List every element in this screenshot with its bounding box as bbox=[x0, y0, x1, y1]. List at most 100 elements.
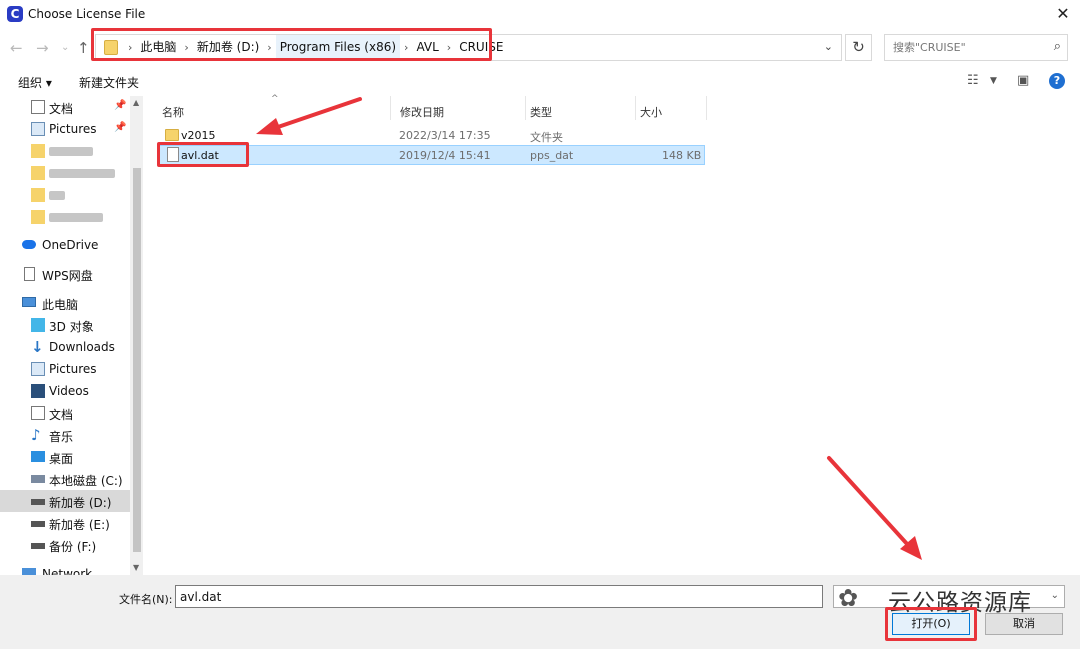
sidebar-item-videos[interactable]: Videos bbox=[0, 380, 130, 402]
drive-icon bbox=[31, 499, 45, 505]
watermark-text: 云公路资源库 bbox=[888, 590, 1032, 616]
file-modified: 2019/12/4 15:41 bbox=[399, 149, 491, 162]
scroll-up-icon[interactable]: ▲ bbox=[133, 98, 139, 107]
sidebar-item-downloads[interactable]: ↓ Downloads bbox=[0, 336, 130, 358]
search-box[interactable]: ⌕ bbox=[884, 34, 1068, 61]
cancel-button[interactable]: 取消 bbox=[985, 613, 1063, 635]
sidebar-item-label: 3D 对象 bbox=[49, 320, 94, 334]
help-icon[interactable]: ? bbox=[1049, 73, 1065, 89]
column-header-name[interactable]: 名称 bbox=[162, 104, 184, 120]
scroll-down-icon[interactable]: ▼ bbox=[133, 563, 139, 572]
chevron-down-icon[interactable]: ⌄ bbox=[824, 40, 833, 53]
close-button[interactable]: ✕ bbox=[1052, 4, 1074, 24]
sidebar-item-redacted[interactable] bbox=[0, 206, 130, 228]
recent-dropdown-icon[interactable]: ⌄ bbox=[61, 42, 69, 53]
column-header-size[interactable]: 大小 bbox=[640, 104, 662, 120]
sidebar-item-pictures[interactable]: Pictures bbox=[0, 358, 130, 380]
forward-arrow-icon[interactable]: → bbox=[36, 39, 49, 57]
open-button[interactable]: 打开(O) bbox=[892, 613, 970, 635]
sidebar-item-redacted[interactable] bbox=[0, 140, 130, 162]
sidebar-item-label: 新加卷 (D:) bbox=[49, 496, 112, 510]
wechat-logo-icon: ✿ bbox=[838, 584, 859, 612]
column-divider[interactable] bbox=[706, 96, 707, 120]
organize-menu-button[interactable]: 组织 ▾ bbox=[18, 74, 52, 91]
refresh-button[interactable]: ↻ bbox=[845, 34, 872, 61]
redacted-label bbox=[49, 213, 103, 222]
sidebar-item-label: 桌面 bbox=[49, 452, 74, 466]
document-icon bbox=[24, 267, 35, 281]
sidebar-item-redacted[interactable] bbox=[0, 162, 130, 184]
up-arrow-icon[interactable]: ↑ bbox=[77, 39, 90, 57]
chevron-right-icon[interactable]: › bbox=[124, 41, 136, 54]
column-divider[interactable] bbox=[390, 96, 391, 120]
chevron-right-icon[interactable]: › bbox=[263, 41, 275, 54]
chevron-right-icon[interactable]: › bbox=[180, 41, 192, 54]
chevron-down-icon[interactable]: ⌄ bbox=[1051, 590, 1059, 601]
search-icon[interactable]: ⌕ bbox=[1054, 39, 1061, 54]
sidebar-item-onedrive[interactable]: OneDrive bbox=[0, 234, 130, 256]
drive-icon bbox=[31, 475, 45, 483]
redacted-label bbox=[49, 191, 65, 200]
sidebar-item-3d-objects[interactable]: 3D 对象 bbox=[0, 314, 130, 336]
back-arrow-icon[interactable]: ← bbox=[10, 39, 23, 57]
sidebar-item-documents-quick[interactable]: 文档 📌 bbox=[0, 96, 130, 118]
sidebar-item-redacted[interactable] bbox=[0, 184, 130, 206]
breadcrumb-drive-d[interactable]: 新加卷 (D:) bbox=[193, 35, 263, 60]
file-type: pps_dat bbox=[530, 149, 574, 162]
sidebar-item-label: Downloads bbox=[49, 340, 115, 354]
chevron-right-icon[interactable]: › bbox=[443, 41, 455, 54]
sidebar-scrollbar[interactable]: ▲ ▼ bbox=[130, 96, 143, 575]
preview-pane-icon[interactable]: ▣ bbox=[1017, 73, 1029, 88]
column-divider[interactable] bbox=[525, 96, 526, 120]
sidebar-item-pictures-quick[interactable]: Pictures 📌 bbox=[0, 118, 130, 140]
sidebar-item-music[interactable]: ♪ 音乐 bbox=[0, 424, 130, 446]
sidebar-item-drive-f[interactable]: 备份 (F:) bbox=[0, 534, 130, 556]
filename-input[interactable] bbox=[175, 585, 823, 608]
navigation-bar: ← → ⌄ ↑ › 此电脑 › 新加卷 (D:) › Program Files… bbox=[0, 30, 1080, 66]
sidebar-item-label: Pictures bbox=[49, 362, 97, 376]
file-type: 文件夹 bbox=[530, 131, 563, 144]
view-dropdown-icon[interactable]: ▼ bbox=[990, 76, 997, 86]
pictures-icon bbox=[31, 362, 45, 376]
redacted-label bbox=[49, 147, 93, 156]
sidebar-item-label: WPS网盘 bbox=[42, 269, 93, 283]
sidebar-item-network[interactable]: Network bbox=[0, 563, 130, 575]
column-divider[interactable] bbox=[635, 96, 636, 120]
view-options-icon[interactable]: ☷ bbox=[967, 73, 979, 88]
breadcrumb-this-pc[interactable]: 此电脑 bbox=[136, 35, 180, 60]
file-name: v2015 bbox=[181, 129, 216, 142]
table-row[interactable]: v2015 2022/3/14 17:35 文件夹 bbox=[159, 126, 705, 146]
breadcrumb-avl[interactable]: AVL bbox=[412, 35, 442, 60]
scrollbar-thumb[interactable] bbox=[133, 168, 141, 552]
folder-icon bbox=[31, 144, 45, 158]
sidebar-item-label: 文档 bbox=[49, 408, 74, 422]
file-size: 148 KB bbox=[662, 149, 702, 162]
table-row-selected[interactable]: avl.dat 2019/12/4 15:41 pps_dat 148 KB bbox=[159, 145, 705, 165]
sidebar-item-label: 文档 bbox=[49, 102, 74, 116]
document-icon bbox=[31, 406, 45, 420]
sidebar-item-drive-e[interactable]: 新加卷 (E:) bbox=[0, 512, 130, 534]
address-bar[interactable]: › 此电脑 › 新加卷 (D:) › Program Files (x86) ›… bbox=[95, 34, 842, 61]
sidebar-item-desktop[interactable]: 桌面 bbox=[0, 446, 130, 468]
sidebar-item-documents[interactable]: 文档 bbox=[0, 402, 130, 424]
dialog-footer: 文件名(N): ⌄ ✿ 云公路资源库 打开(O) 取消 bbox=[0, 575, 1080, 649]
app-icon: C bbox=[7, 6, 23, 22]
breadcrumb-program-files[interactable]: Program Files (x86) bbox=[275, 35, 401, 60]
folder-icon bbox=[104, 40, 118, 55]
chevron-right-icon[interactable]: › bbox=[400, 41, 412, 54]
drive-icon bbox=[31, 521, 45, 527]
command-toolbar: 组织 ▾ 新建文件夹 ☷ ▼ ▣ ? bbox=[0, 66, 1080, 96]
column-header-modified[interactable]: 修改日期 bbox=[400, 104, 444, 120]
column-header-type[interactable]: 类型 bbox=[530, 104, 552, 120]
breadcrumb-cruise[interactable]: CRUISE bbox=[455, 35, 507, 60]
sidebar-item-label: OneDrive bbox=[42, 238, 99, 252]
music-note-icon: ♪ bbox=[31, 426, 41, 444]
sidebar-item-this-pc[interactable]: 此电脑 bbox=[0, 292, 130, 314]
new-folder-button[interactable]: 新建文件夹 bbox=[79, 74, 139, 91]
pin-icon: 📌 bbox=[114, 100, 127, 111]
sidebar-item-drive-d[interactable]: 新加卷 (D:) bbox=[0, 490, 130, 512]
search-input[interactable] bbox=[885, 35, 1043, 60]
close-icon: ✕ bbox=[1056, 4, 1070, 23]
sidebar-item-drive-c[interactable]: 本地磁盘 (C:) bbox=[0, 468, 130, 490]
sidebar-item-wps[interactable]: WPS网盘 bbox=[0, 263, 130, 285]
